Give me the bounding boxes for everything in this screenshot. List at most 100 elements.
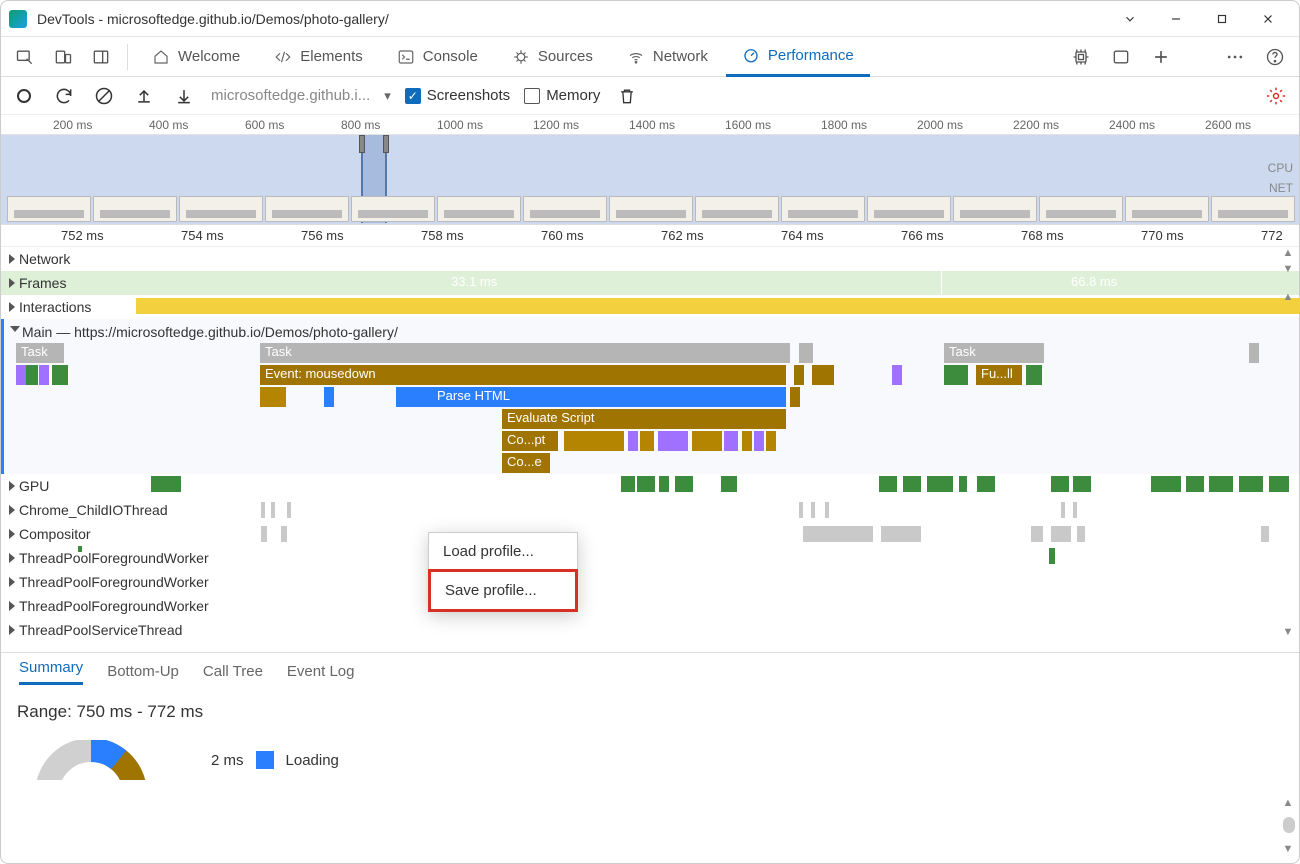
dropdown-caret-icon[interactable]: ▾: [384, 88, 391, 104]
flame-event-mousedown[interactable]: Event: mousedown: [260, 365, 786, 385]
gpu-block[interactable]: [903, 476, 921, 492]
flame-block[interactable]: [812, 365, 834, 385]
gpu-block[interactable]: [1209, 476, 1233, 492]
gpu-block[interactable]: [1186, 476, 1204, 492]
tab-sources[interactable]: Sources: [496, 37, 609, 77]
gpu-block[interactable]: [977, 476, 995, 492]
scroll-down-icon[interactable]: ▼: [1281, 263, 1295, 275]
flame-block[interactable]: [628, 431, 638, 451]
expand-icon[interactable]: [9, 254, 15, 264]
screenshot-thumb[interactable]: [93, 196, 177, 222]
expand-icon[interactable]: [9, 577, 15, 587]
track-network[interactable]: Network: [1, 247, 1299, 271]
gpu-block[interactable]: [927, 476, 953, 492]
screenshot-thumb[interactable]: [1211, 196, 1295, 222]
device-icon[interactable]: [45, 39, 81, 75]
flame-full[interactable]: Fu...ll: [976, 365, 1022, 385]
flame-chart-area[interactable]: Network Frames 33.1 ms 66.8 ms Interacti…: [1, 247, 1299, 642]
memory-checkbox[interactable]: Memory: [524, 87, 600, 104]
record-button[interactable]: [11, 83, 37, 109]
flame-block[interactable]: [692, 431, 722, 451]
screenshot-thumb[interactable]: [609, 196, 693, 222]
flame-block[interactable]: [16, 365, 26, 385]
track-tpfg-2[interactable]: ThreadPoolForegroundWorker: [1, 570, 1299, 594]
menu-save-profile[interactable]: Save profile...: [428, 569, 578, 612]
flame-block[interactable]: [1026, 365, 1042, 385]
expand-icon[interactable]: [9, 505, 15, 515]
tab-network[interactable]: Network: [611, 37, 724, 77]
flame-block[interactable]: [564, 431, 624, 451]
screenshots-checkbox[interactable]: ✓Screenshots: [405, 87, 510, 104]
memory-chip-icon[interactable]: [1063, 39, 1099, 75]
tab-console[interactable]: Console: [381, 37, 494, 77]
gpu-block[interactable]: [151, 476, 181, 492]
track-main[interactable]: Main — https://microsoftedge.github.io/D…: [1, 319, 1299, 474]
tab-summary[interactable]: Summary: [19, 659, 83, 685]
gpu-block[interactable]: [959, 476, 967, 492]
gpu-block[interactable]: [1269, 476, 1289, 492]
flame-block[interactable]: [1249, 343, 1259, 363]
flame-task[interactable]: Task: [16, 343, 64, 363]
track-interactions[interactable]: Interactions: [1, 295, 1299, 319]
screenshot-thumb[interactable]: [1039, 196, 1123, 222]
settings-icon[interactable]: [1263, 83, 1289, 109]
screenshot-thumb[interactable]: [867, 196, 951, 222]
expand-icon[interactable]: [9, 553, 15, 563]
flame-block[interactable]: [658, 431, 688, 451]
flame-block[interactable]: [790, 387, 800, 407]
gpu-block[interactable]: [1239, 476, 1263, 492]
trash-icon[interactable]: [614, 83, 640, 109]
gpu-block[interactable]: [1073, 476, 1091, 492]
scroll-up-icon[interactable]: ▲: [1281, 247, 1295, 259]
screenshot-thumb[interactable]: [953, 196, 1037, 222]
tab-call-tree[interactable]: Call Tree: [203, 663, 263, 680]
clear-button[interactable]: [91, 83, 117, 109]
flame-block[interactable]: [944, 365, 968, 385]
track-childio[interactable]: Chrome_ChildIOThread: [1, 498, 1299, 522]
flame-parse-html[interactable]: Parse HTML: [432, 387, 786, 407]
screenshot-thumb[interactable]: [523, 196, 607, 222]
flame-block[interactable]: [742, 431, 752, 451]
selection-handle-left[interactable]: [359, 135, 365, 153]
flame-block[interactable]: [766, 431, 776, 451]
track-tpfg-1[interactable]: ThreadPoolForegroundWorker: [1, 546, 1299, 570]
screenshot-thumb[interactable]: [781, 196, 865, 222]
profile-url[interactable]: microsoftedge.github.i...: [211, 87, 370, 104]
scroll-down-icon[interactable]: ▼: [1281, 626, 1295, 638]
download-icon[interactable]: [171, 83, 197, 109]
screenshot-thumb[interactable]: [265, 196, 349, 222]
tab-welcome[interactable]: Welcome: [136, 37, 256, 77]
panel-icon[interactable]: [1103, 39, 1139, 75]
gpu-block[interactable]: [675, 476, 693, 492]
track-tpsvc[interactable]: ThreadPoolServiceThread: [1, 618, 1299, 642]
screenshot-thumb[interactable]: [437, 196, 521, 222]
flame-block[interactable]: [396, 387, 432, 407]
screenshot-thumb[interactable]: [7, 196, 91, 222]
plus-icon[interactable]: [1143, 39, 1179, 75]
gpu-block[interactable]: [637, 476, 655, 492]
scroll-up-icon[interactable]: ▲: [1281, 797, 1295, 809]
expand-icon[interactable]: [9, 529, 15, 539]
minimize-button[interactable]: [1153, 1, 1199, 37]
gpu-block[interactable]: [1151, 476, 1181, 492]
screenshot-thumb[interactable]: [179, 196, 263, 222]
flame-block[interactable]: [892, 365, 902, 385]
close-button[interactable]: [1245, 1, 1291, 37]
scrollbar-thumb[interactable]: [1283, 817, 1295, 833]
tab-performance[interactable]: Performance: [726, 37, 870, 77]
flame-block[interactable]: [324, 387, 334, 407]
flame-block[interactable]: [754, 431, 764, 451]
dock-icon[interactable]: [83, 39, 119, 75]
flame-block[interactable]: [260, 387, 286, 407]
overview-timeline[interactable]: 200 ms 400 ms 600 ms 800 ms 1000 ms 1200…: [1, 115, 1299, 225]
tab-bottom-up[interactable]: Bottom-Up: [107, 663, 179, 680]
tab-elements[interactable]: Elements: [258, 37, 379, 77]
track-tpfg-3[interactable]: ThreadPoolForegroundWorker: [1, 594, 1299, 618]
screenshot-thumb[interactable]: [695, 196, 779, 222]
flame-block[interactable]: [39, 365, 49, 385]
maximize-button[interactable]: [1199, 1, 1245, 37]
flame-copt[interactable]: Co...pt: [502, 431, 558, 451]
flame-evaluate-script[interactable]: Evaluate Script: [502, 409, 786, 429]
flame-block[interactable]: [640, 431, 654, 451]
expand-icon[interactable]: [9, 302, 15, 312]
